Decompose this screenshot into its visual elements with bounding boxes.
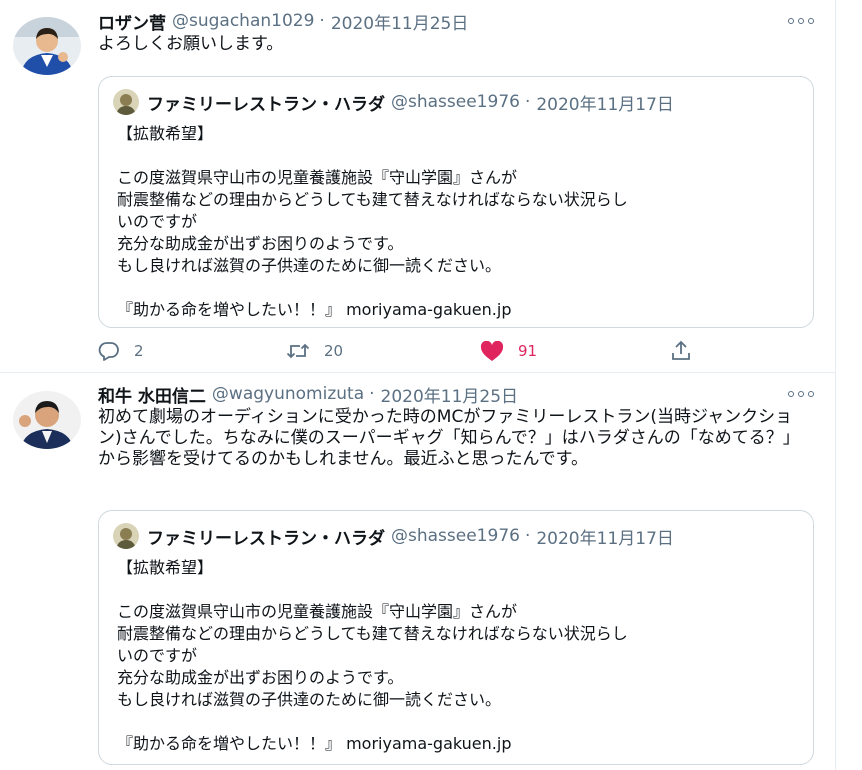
separator-dot: ·	[524, 92, 531, 112]
retweet-icon	[286, 343, 310, 359]
tweet-date[interactable]: 2020年11月25日	[331, 9, 469, 34]
timeline: ロザン菅 @sugachan1029 · 2020年11月25日 よろしくお願い…	[0, 0, 836, 770]
share-icon	[672, 340, 690, 360]
tweet-text: よろしくお願いします。	[98, 34, 284, 54]
quoted-line: もし良ければ滋賀の子供達のために御一読ください。	[117, 690, 502, 709]
quoted-author-handle: @shassee1976	[391, 526, 520, 546]
quoted-line: いのですが	[117, 212, 198, 231]
author-name[interactable]: 和牛 水田信二	[98, 382, 206, 407]
more-icon[interactable]	[788, 387, 814, 401]
quoted-line	[117, 277, 807, 299]
reply-icon	[98, 342, 119, 361]
quoted-avatar	[113, 89, 139, 115]
separator-dot: ·	[369, 384, 375, 404]
quoted-tweet-header: ファミリーレストラン・ハラダ @shassee1976 · 2020年11月17…	[113, 89, 674, 115]
quoted-tweet-text: 【拡散希望】 この度滋賀県守山市の児童養護施設『守山学園』さんが 耐震整備などの…	[117, 123, 807, 321]
author-name[interactable]: ロザン菅	[98, 9, 166, 34]
heart-icon	[480, 340, 504, 361]
quoted-tweet[interactable]: ファミリーレストラン・ハラダ @shassee1976 · 2020年11月17…	[98, 510, 814, 765]
share-button[interactable]	[670, 337, 692, 365]
quoted-tweet-date: 2020年11月17日	[536, 528, 674, 549]
separator-dot: ·	[524, 526, 531, 546]
author-handle[interactable]: @wagyunomizuta	[212, 384, 364, 404]
separator-dot: ·	[319, 11, 325, 31]
tweet[interactable]: 和牛 水田信二 @wagyunomizuta · 2020年11月25日 初めて…	[0, 373, 836, 770]
quoted-line: 『助かる命を増やしたい！！』 moriyama-gakuen.jp	[117, 300, 512, 319]
tweet[interactable]: ロザン菅 @sugachan1029 · 2020年11月25日 よろしくお願い…	[0, 0, 836, 373]
more-icon[interactable]	[788, 14, 814, 28]
quoted-author-handle: @shassee1976	[391, 92, 520, 112]
quoted-line	[117, 579, 807, 601]
quoted-author-name: ファミリーレストラン・ハラダ	[147, 94, 385, 115]
quoted-line: いのですが	[117, 646, 198, 665]
quoted-line: もし良ければ滋賀の子供達のために御一読ください。	[117, 256, 502, 275]
avatar[interactable]	[13, 17, 81, 75]
quoted-line: 耐震整備などの理由からどうしても建て替えなければならない状況らし	[117, 190, 628, 209]
quoted-tweet-date: 2020年11月17日	[536, 94, 674, 115]
tweet-text: 初めて劇場のオーディションに受かった時のMCがファミリーレストラン(当時ジャンク…	[98, 407, 793, 469]
tweet-header: 和牛 水田信二 @wagyunomizuta · 2020年11月25日	[98, 381, 518, 407]
quoted-line: この度滋賀県守山市の児童養護施設『守山学園』さんが	[117, 602, 518, 621]
quoted-line: この度滋賀県守山市の児童養護施設『守山学園』さんが	[117, 168, 518, 187]
reply-count: 2	[134, 342, 144, 360]
reply-button[interactable]: 2	[98, 337, 144, 365]
author-handle[interactable]: @sugachan1029	[172, 11, 314, 31]
quoted-tweet-header: ファミリーレストラン・ハラダ @shassee1976 · 2020年11月17…	[113, 523, 674, 549]
quoted-line: 充分な助成金が出ずお困りのようです。	[117, 668, 404, 687]
like-count: 91	[518, 342, 538, 360]
tweet-date[interactable]: 2020年11月25日	[381, 382, 519, 407]
quoted-line: 耐震整備などの理由からどうしても建て替えなければならない状況らし	[117, 624, 628, 643]
quoted-author-name: ファミリーレストラン・ハラダ	[147, 528, 385, 549]
retweet-count: 20	[324, 342, 344, 360]
quoted-tweet-text: 【拡散希望】 この度滋賀県守山市の児童養護施設『守山学園』さんが 耐震整備などの…	[117, 557, 807, 755]
tweet-header: ロザン菅 @sugachan1029 · 2020年11月25日	[98, 8, 468, 34]
quoted-avatar	[113, 523, 139, 549]
retweet-button[interactable]: 20	[286, 337, 343, 365]
quoted-line: 『助かる命を増やしたい！！』 moriyama-gakuen.jp	[117, 734, 512, 753]
quoted-line: 【拡散希望】	[117, 124, 214, 143]
quoted-line	[117, 145, 807, 167]
like-button[interactable]: 91	[480, 337, 537, 365]
quoted-line	[117, 711, 807, 733]
quoted-tweet[interactable]: ファミリーレストラン・ハラダ @shassee1976 · 2020年11月17…	[98, 76, 814, 328]
avatar[interactable]	[13, 391, 81, 449]
quoted-line: 充分な助成金が出ずお困りのようです。	[117, 234, 404, 253]
quoted-line: 【拡散希望】	[117, 558, 214, 577]
tweet-actions: 2 20 91	[98, 337, 698, 365]
